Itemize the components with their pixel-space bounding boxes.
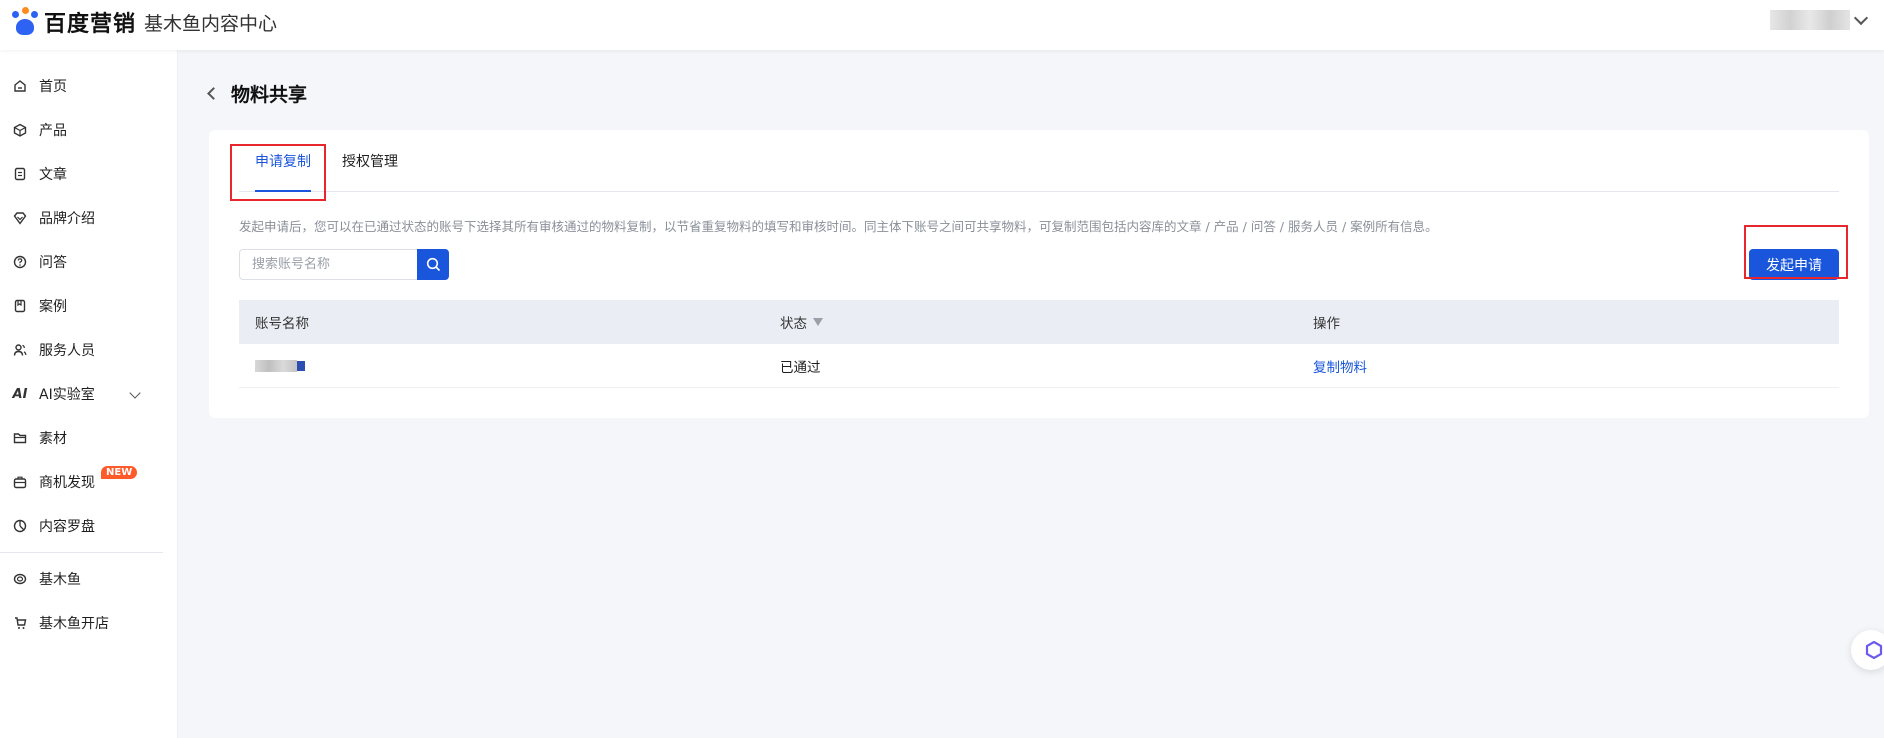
sidebar-item-product[interactable]: 产品 <box>0 112 178 148</box>
page-title: 物料共享 <box>231 84 308 106</box>
sidebar-item-label: 素材 <box>39 431 67 447</box>
brand-name: 百度营销 <box>44 12 137 37</box>
sidebar-item-label: AI实验室 <box>39 387 95 403</box>
sidebar-item-label: 品牌介绍 <box>39 211 95 227</box>
sidebar-item-label: 商机发现 <box>39 475 95 491</box>
sidebar-item-article[interactable]: 文章 <box>0 156 178 192</box>
account-name-cell <box>255 344 305 388</box>
sidebar-item-staff[interactable]: 服务人员 <box>0 332 178 368</box>
logo[interactable]: 百度营销 基木鱼内容中心 <box>10 6 277 38</box>
people-icon <box>12 342 28 358</box>
column-header-label: 状态 <box>780 316 807 332</box>
search-icon <box>426 257 440 272</box>
search-button[interactable] <box>417 249 449 280</box>
avatar <box>1770 10 1850 30</box>
sidebar-item-label: 文章 <box>39 167 67 183</box>
sidebar-item-compass[interactable]: 内容罗盘 <box>0 508 178 544</box>
diamond-icon <box>12 210 28 226</box>
sidebar-item-label: 案例 <box>39 299 67 315</box>
column-header-status: 状态 <box>780 300 823 344</box>
status-cell: 已通过 <box>780 360 821 376</box>
chevron-down-icon <box>129 387 141 399</box>
new-badge: NEW <box>101 466 138 479</box>
sidebar-item-label: 产品 <box>39 123 67 139</box>
briefcase-icon <box>12 474 28 490</box>
column-header-action: 操作 <box>1313 316 1340 332</box>
header-subtitle: 基木鱼内容中心 <box>144 12 278 35</box>
compass-icon <box>12 518 28 534</box>
sidebar: 首页 产品 文章 品牌介绍 问答 案例 服务人员 AI AI实验室 素材 商机发… <box>0 50 178 738</box>
user-menu[interactable] <box>1770 10 1869 30</box>
search-input[interactable] <box>239 249 417 280</box>
content-card: 申请复制 授权管理 发起申请后，您可以在已通过状态的账号下选择其所有审核通过的物… <box>209 130 1869 418</box>
document-icon <box>12 166 28 182</box>
copy-material-link[interactable]: 复制物料 <box>1313 344 1367 388</box>
sidebar-item-label: 问答 <box>39 255 67 271</box>
sidebar-item-jimuyu-store[interactable]: 基木鱼开店 <box>0 605 178 641</box>
column-header-account: 账号名称 <box>255 316 309 332</box>
sidebar-item-ai-lab[interactable]: AI AI实验室 <box>0 376 178 412</box>
redacted-account-name <box>255 360 305 372</box>
chevron-down-icon <box>1853 10 1869 26</box>
box-icon <box>12 122 28 138</box>
sidebar-item-case[interactable]: 案例 <box>0 288 178 324</box>
sidebar-item-brand[interactable]: 品牌介绍 <box>0 200 178 236</box>
search-bar <box>239 249 449 280</box>
ai-icon: AI <box>12 386 28 402</box>
description-text: 发起申请后，您可以在已通过状态的账号下选择其所有审核通过的物料复制，以节省重复物… <box>239 219 1438 234</box>
top-header: 百度营销 基木鱼内容中心 <box>0 0 1884 50</box>
sidebar-item-qa[interactable]: 问答 <box>0 244 178 280</box>
store-icon <box>12 615 28 631</box>
sidebar-item-jimuyu[interactable]: 基木鱼 <box>0 561 178 597</box>
assistant-logo-icon <box>1865 641 1883 659</box>
sidebar-item-material[interactable]: 素材 <box>0 420 178 456</box>
tab-apply-copy[interactable]: 申请复制 <box>255 130 311 192</box>
filter-icon[interactable] <box>813 318 823 326</box>
sidebar-item-label: 基木鱼 <box>39 572 81 588</box>
fish-icon <box>12 571 28 587</box>
sidebar-item-label: 内容罗盘 <box>39 519 95 535</box>
baidu-marketing-logo-icon <box>10 7 40 37</box>
floating-assistant-button[interactable] <box>1851 630 1884 670</box>
tabs-divider <box>239 191 1839 192</box>
apply-button[interactable]: 发起申请 <box>1749 249 1839 280</box>
table-header: 账号名称 状态 操作 <box>239 300 1839 344</box>
sidebar-item-label: 服务人员 <box>39 343 95 359</box>
table-row: 已通过 复制物料 <box>239 344 1839 388</box>
home-icon <box>12 78 28 94</box>
back-arrow-icon[interactable] <box>207 87 220 100</box>
case-icon <box>12 298 28 314</box>
sidebar-item-label: 基木鱼开店 <box>39 616 109 632</box>
tab-authorization-management[interactable]: 授权管理 <box>342 130 398 192</box>
folder-icon <box>12 430 28 446</box>
question-icon <box>12 254 28 270</box>
sidebar-item-opportunity[interactable]: 商机发现 NEW <box>0 464 178 500</box>
accounts-table: 账号名称 状态 操作 已通过 复制物料 <box>239 300 1839 388</box>
sidebar-divider <box>0 552 163 553</box>
sidebar-item-label: 首页 <box>39 79 67 95</box>
sidebar-item-home[interactable]: 首页 <box>0 68 178 104</box>
